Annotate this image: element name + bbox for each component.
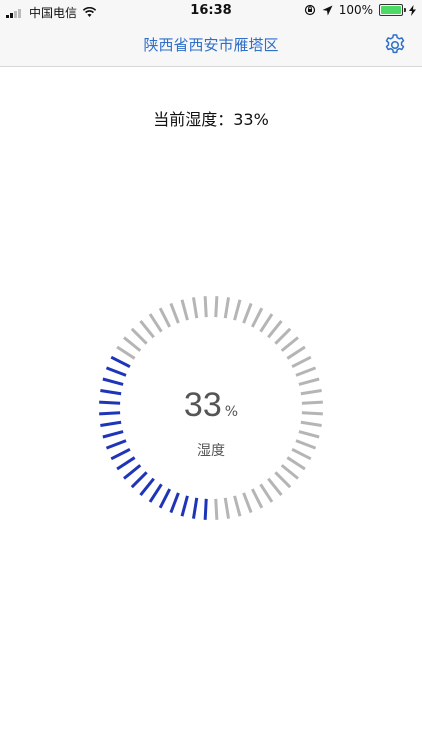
gauge-center: 33% 湿度 <box>91 288 331 528</box>
location-arrow-icon <box>322 5 333 15</box>
charging-icon <box>409 4 416 16</box>
gauge-number: 33 <box>183 386 222 424</box>
nav-bar: 陕西省西安市雁塔区 <box>0 24 422 67</box>
gear-icon <box>385 34 405 54</box>
current-humidity: 当前湿度：33% <box>0 106 422 130</box>
location-title: 陕西省西安市雁塔区 <box>143 36 279 54</box>
current-humidity-value: 33% <box>233 110 269 129</box>
settings-button[interactable] <box>380 30 410 60</box>
current-humidity-label: 当前湿度： <box>153 110 234 129</box>
gauge-value: 33% <box>91 386 331 425</box>
battery-icon <box>379 4 406 16</box>
battery-percent: 100% <box>338 3 373 17</box>
status-right: 100% <box>304 3 416 17</box>
status-bar: 中国电信 16:38 100% <box>0 0 422 24</box>
orientation-lock-icon <box>304 4 315 16</box>
gauge-unit: % <box>224 404 239 420</box>
gauge-label: 湿度 <box>197 443 225 459</box>
